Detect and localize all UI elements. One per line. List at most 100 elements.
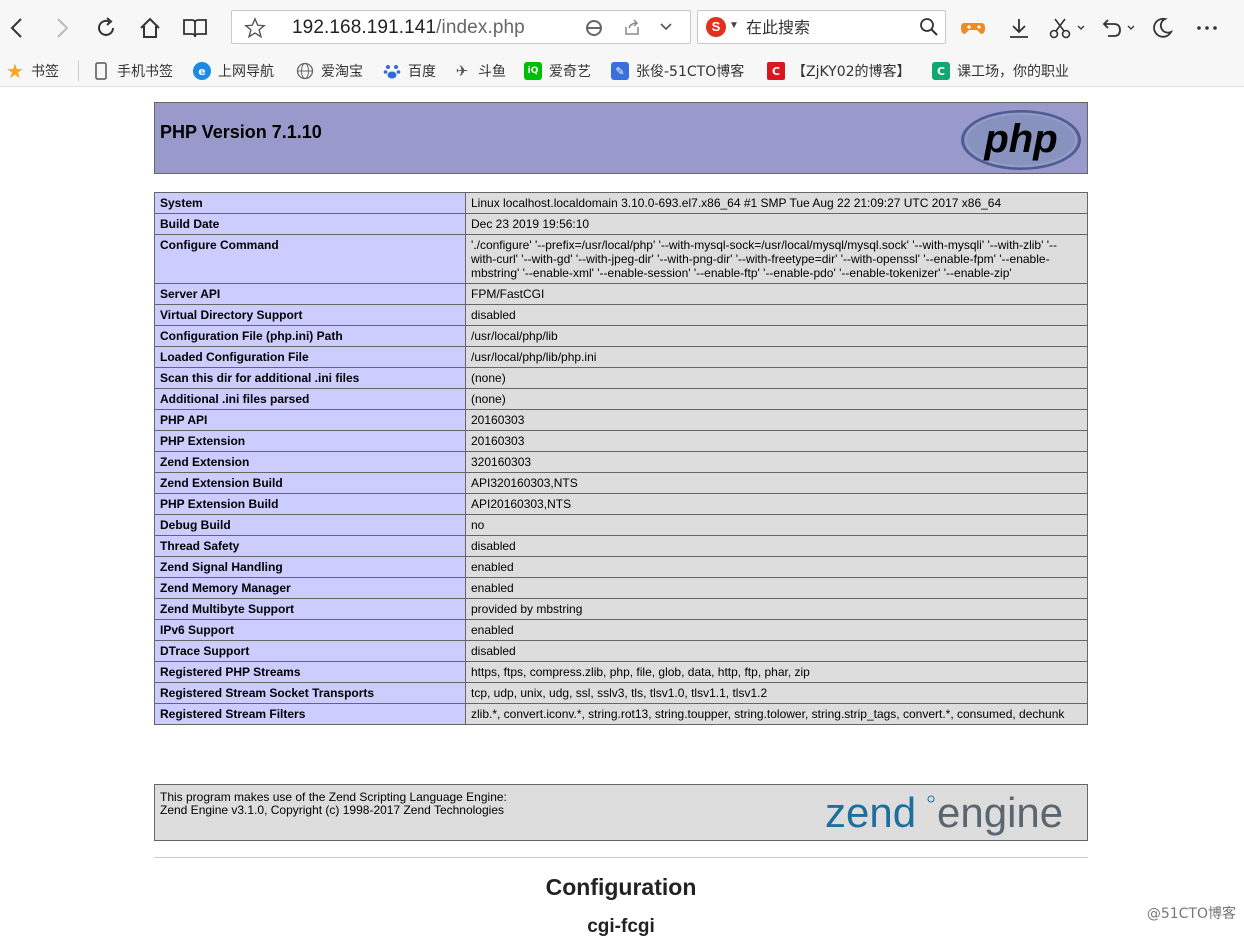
row-value: no [465,514,1088,536]
bookmark-label: 百度 [408,64,436,80]
row-key: Zend Signal Handling [154,556,466,578]
table-row: Zend Memory Manager enabled [154,577,1088,599]
bookmark-label: 上网导航 [218,64,274,80]
row-key: PHP Extension [154,430,466,452]
row-value: API20160303,NTS [465,493,1088,515]
row-key: PHP Extension Build [154,493,466,515]
row-value: /usr/local/php/lib [465,325,1088,347]
url-host: 192.168.191.141 [292,17,437,38]
night-mode-button[interactable] [1147,12,1177,44]
forward-button[interactable] [47,12,77,44]
row-key: Build Date [154,213,466,235]
table-row: PHP API 20160303 [154,409,1088,431]
search-input[interactable] [746,16,906,38]
configuration-heading: Configuration [545,874,697,900]
row-key: Server API [154,283,466,305]
reading-view-button[interactable] [180,12,210,44]
search-box[interactable]: S ▼ [697,10,946,44]
row-value: enabled [465,619,1088,641]
search-engine-dropdown-icon[interactable]: ▼ [729,20,739,31]
undo-close-button[interactable] [1096,12,1140,44]
row-key: Zend Extension [154,451,466,473]
row-key: Scan this dir for additional .ini files [154,367,466,389]
gamepad-icon [961,23,985,34]
favorite-star-icon[interactable] [244,17,266,44]
chevron-down-icon[interactable] [658,19,674,40]
row-value: 320160303 [465,451,1088,473]
ie-compat-icon[interactable] [584,18,604,43]
section-divider [154,857,1088,858]
row-key: Configure Command [154,234,466,284]
download-icon [1010,19,1028,38]
row-value: enabled [465,577,1088,599]
row-key: Debug Build [154,514,466,536]
table-row: PHP Extension Build API20160303,NTS [154,493,1088,515]
zend-logo-right: engine [937,789,1063,836]
sogou-search-icon[interactable]: S [706,17,726,37]
game-button[interactable] [958,12,988,44]
row-value: disabled [465,535,1088,557]
search-icon[interactable] [919,17,939,42]
row-key: Registered Stream Filters [154,703,466,725]
row-value: zlib.*, convert.iconv.*, string.rot13, s… [465,703,1088,725]
more-dots-icon [1197,26,1217,30]
bookmark-item-51cto[interactable]: ✎ 张俊-51CTO博客 [611,60,744,82]
table-row: Server API FPM/FastCGI [154,283,1088,305]
bookmark-label: 爱淘宝 [321,64,363,80]
bookmark-item-baidu[interactable]: 百度 [383,60,436,82]
address-bar[interactable]: 192.168.191.141/index.php [231,10,691,44]
table-row: IPv6 Support enabled [154,619,1088,641]
bookmark-item-iqiyi[interactable]: iQ 爱奇艺 [524,60,591,82]
row-value: Linux localhost.localdomain 3.10.0-693.e… [465,192,1088,214]
php-logo-text: php [983,117,1057,161]
kgc-icon: C [932,62,950,80]
table-row: Registered PHP Streams https, ftps, compr… [154,661,1088,683]
row-key: IPv6 Support [154,619,466,641]
row-value: https, ftps, compress.zlib, php, file, g… [465,661,1088,683]
row-key: Zend Extension Build [154,472,466,494]
globe-icon [296,62,314,80]
iqiyi-icon: iQ [524,62,542,80]
row-value: provided by mbstring [465,598,1088,620]
back-button[interactable] [2,12,32,44]
row-value: FPM/FastCGI [465,283,1088,305]
row-value: './configure' '--prefix=/usr/local/php' … [465,234,1088,284]
menu-button[interactable] [1192,12,1222,44]
table-row: Virtual Directory Support disabled [154,304,1088,326]
share-icon[interactable] [622,18,642,43]
home-button[interactable] [135,12,165,44]
bookmark-item-mobile[interactable]: 手机书签 [92,60,173,82]
row-value: (none) [465,388,1088,410]
zend-info-text: This program makes use of the Zend Scrip… [160,791,507,817]
table-row: Registered Stream Socket Transports tcp, … [154,682,1088,704]
bookmark-label: 斗鱼 [478,64,506,80]
bookmarks-bar: ★ 书签 手机书签 e 上网导航 爱淘宝 百度 ✈ 斗鱼 iQ 爱奇艺 ✎ 张俊-51CT… [0,56,1244,87]
bookmark-item-kgc[interactable]: C 课工场，你的职业 [932,60,1069,82]
bookmark-item-douyu[interactable]: ✈ 斗鱼 [453,60,506,82]
phone-icon [92,62,110,80]
url-path: /index.php [436,17,525,38]
bookmark-label: 爱奇艺 [549,64,591,80]
table-row: Zend Multibyte Support provided by mbstri… [154,598,1088,620]
download-button[interactable] [1004,12,1034,44]
row-key: DTrace Support [154,640,466,662]
watermark: @51CTO博客 [1146,906,1236,922]
navigation-icon: e [193,62,211,80]
bookmark-item-csdn[interactable]: C 【ZjKY02的博客】 [767,60,911,82]
bookmark-item-bookmarks[interactable]: ★ 书签 [6,59,59,83]
row-key: Configuration File (php.ini) Path [154,325,466,347]
row-value: 20160303 [465,430,1088,452]
bookmark-item-navigation[interactable]: e 上网导航 [193,60,274,82]
bookmark-item-aitaobao[interactable]: 爱淘宝 [296,60,363,82]
row-value: disabled [465,304,1088,326]
screenshot-button[interactable] [1046,12,1090,44]
back-arrow-icon [10,18,22,38]
bookmark-label: 【ZjKY02的博客】 [792,64,911,80]
refresh-button[interactable] [91,12,121,44]
bookmark-label: 书签 [31,64,59,80]
php-logo-icon[interactable]: php [959,109,1083,171]
csdn-icon: C [767,62,785,80]
row-value: tcp, udp, unix, udg, ssl, sslv3, tls, tl… [465,682,1088,704]
zend-engine-logo-icon[interactable]: zend engine [825,789,1081,839]
bookmark-label: 张俊-51CTO博客 [636,64,745,80]
